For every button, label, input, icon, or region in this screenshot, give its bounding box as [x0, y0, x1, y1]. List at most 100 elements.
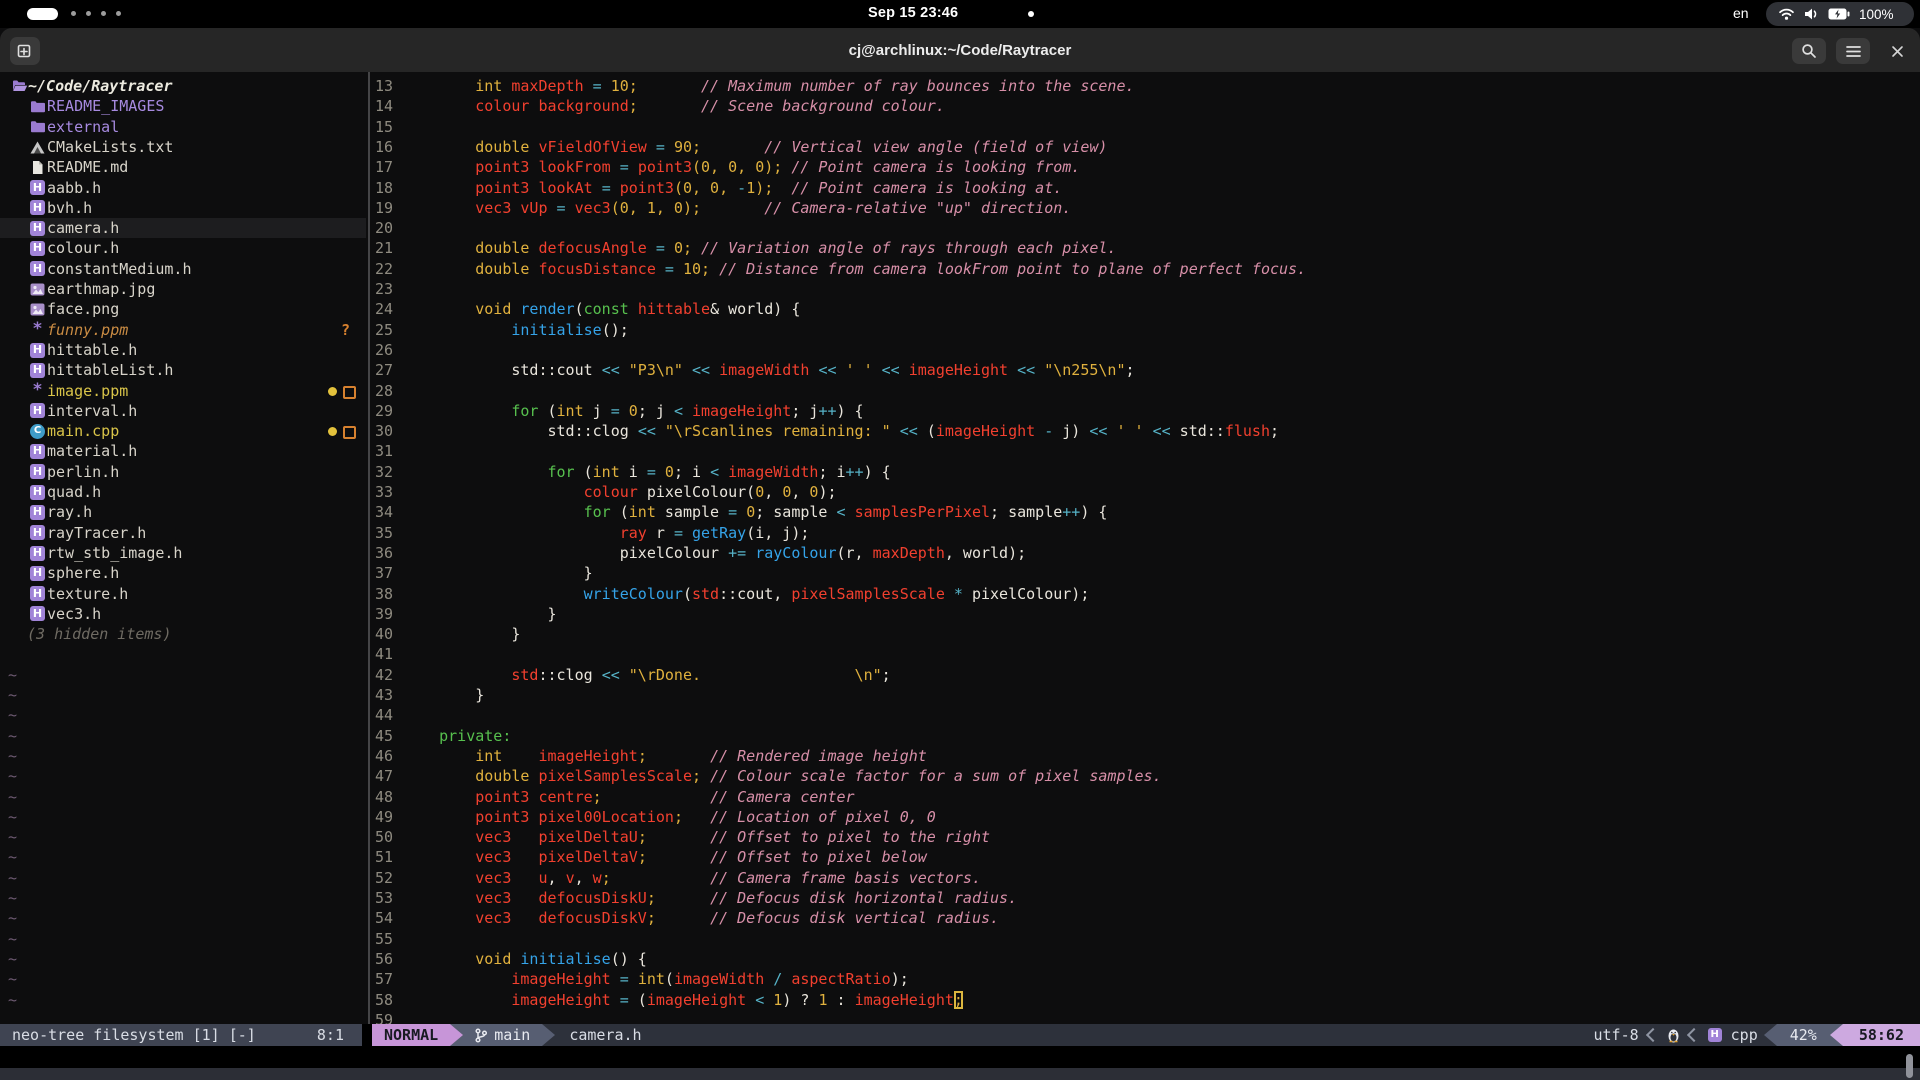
code-text: pixelColour += rayColour(r, maxDepth, wo…	[403, 543, 1026, 563]
code-line-43[interactable]: 43 }	[370, 685, 1920, 705]
code-line-44[interactable]: 44	[370, 705, 1920, 725]
sidebar-item-hittable-h[interactable]: Hhittable.h	[0, 340, 366, 360]
clock[interactable]: Sep 15 23:46	[868, 5, 958, 21]
workspace-dots[interactable]	[71, 11, 121, 16]
sidebar-item-bvh-h[interactable]: Hbvh.h	[0, 198, 366, 218]
sidebar-item-quad-h[interactable]: Hquad.h	[0, 482, 366, 502]
sidebar-item-readme-md[interactable]: README.md	[0, 157, 366, 177]
code-line-53[interactable]: 53 vec3 defocusDiskU; // Defocus disk ho…	[370, 888, 1920, 908]
sidebar-item-hittablelist-h[interactable]: HhittableList.h	[0, 360, 366, 380]
menu-button[interactable]	[1836, 38, 1870, 64]
sidebar-item-sphere-h[interactable]: Hsphere.h	[0, 563, 366, 583]
code-text: colour background; // Scene background c…	[403, 96, 945, 116]
sidebar-item-image-ppm[interactable]: *image.ppm	[0, 381, 366, 401]
sidebar-item-cmakelists-txt[interactable]: CMakeLists.txt	[0, 137, 366, 157]
chevron-left-icon	[1646, 1028, 1660, 1042]
code-line-13[interactable]: 13 int maxDepth = 10; // Maximum number …	[370, 76, 1920, 96]
code-line-42[interactable]: 42 std::clog << "\rDone. \n";	[370, 665, 1920, 685]
sidebar-item-texture-h[interactable]: Htexture.h	[0, 584, 366, 604]
close-button[interactable]	[1882, 38, 1912, 64]
sidebar-item-rtw-stb-image-h[interactable]: Hrtw_stb_image.h	[0, 543, 366, 563]
code-line-36[interactable]: 36 pixelColour += rayColour(r, maxDepth,…	[370, 543, 1920, 563]
code-line-14[interactable]: 14 colour background; // Scene backgroun…	[370, 96, 1920, 116]
new-tab-button[interactable]	[10, 37, 40, 65]
sidebar-item-raytracer-h[interactable]: HrayTracer.h	[0, 523, 366, 543]
code-line-54[interactable]: 54 vec3 defocusDiskV; // Defocus disk ve…	[370, 908, 1920, 928]
code-line-49[interactable]: 49 point3 pixel00Location; // Location o…	[370, 807, 1920, 827]
scrollbar-thumb[interactable]	[1906, 1054, 1913, 1078]
code-line-50[interactable]: 50 vec3 pixelDeltaU; // Offset to pixel …	[370, 827, 1920, 847]
sidebar-item-readme-images[interactable]: README_IMAGES	[0, 96, 366, 116]
code-line-59[interactable]: 59	[370, 1010, 1920, 1024]
sidebar-item-material-h[interactable]: Hmaterial.h	[0, 441, 366, 461]
code-line-57[interactable]: 57 imageHeight = int(imageWidth / aspect…	[370, 969, 1920, 989]
sidebar-item-vec3-h[interactable]: Hvec3.h	[0, 604, 366, 624]
code-line-31[interactable]: 31	[370, 441, 1920, 461]
line-number: 14	[348, 96, 393, 116]
code-line-25[interactable]: 25 initialise();	[370, 320, 1920, 340]
code-line-24[interactable]: 24 void render(const hittable& world) {	[370, 299, 1920, 319]
search-button[interactable]	[1792, 38, 1826, 64]
code-line-33[interactable]: 33 colour pixelColour(0, 0, 0);	[370, 482, 1920, 502]
code-line-52[interactable]: 52 vec3 u, v, w; // Camera frame basis v…	[370, 868, 1920, 888]
code-line-26[interactable]: 26	[370, 340, 1920, 360]
sidebar-item-interval-h[interactable]: Hinterval.h	[0, 401, 366, 421]
code-line-15[interactable]: 15	[370, 117, 1920, 137]
sidebar-item-face-png[interactable]: face.png	[0, 299, 366, 319]
code-line-46[interactable]: 46 int imageHeight; // Rendered image he…	[370, 746, 1920, 766]
activities-pill[interactable]	[27, 8, 58, 20]
code-line-17[interactable]: 17 point3 lookFrom = point3(0, 0, 0); //…	[370, 157, 1920, 177]
code-line-32[interactable]: 32 for (int i = 0; i < imageWidth; i++) …	[370, 462, 1920, 482]
sidebar-item-perlin-h[interactable]: Hperlin.h	[0, 462, 366, 482]
code-line-30[interactable]: 30 std::clog << "\rScanlines remaining: …	[370, 421, 1920, 441]
sidebar-item-colour-h[interactable]: Hcolour.h	[0, 238, 366, 258]
file-icon: H	[29, 563, 46, 583]
code-line-22[interactable]: 22 double focusDistance = 10; // Distanc…	[370, 259, 1920, 279]
code-line-58[interactable]: 58 imageHeight = (imageHeight < 1) ? 1 :…	[370, 990, 1920, 1010]
code-line-21[interactable]: 21 double defocusAngle = 0; // Variation…	[370, 238, 1920, 258]
code-line-55[interactable]: 55	[370, 929, 1920, 949]
sidebar-item-main-cpp[interactable]: Cmain.cpp	[0, 421, 366, 441]
code-text: imageHeight = int(imageWidth / aspectRat…	[403, 969, 909, 989]
code-line-28[interactable]: 28	[370, 381, 1920, 401]
code-line-39[interactable]: 39 }	[370, 604, 1920, 624]
code-line-40[interactable]: 40 }	[370, 624, 1920, 644]
code-line-20[interactable]: 20	[370, 218, 1920, 238]
workspace-dot[interactable]	[101, 11, 106, 16]
code-line-23[interactable]: 23	[370, 279, 1920, 299]
sidebar-item-aabb-h[interactable]: Haabb.h	[0, 178, 366, 198]
code-line-34[interactable]: 34 for (int sample = 0; sample < samples…	[370, 502, 1920, 522]
line-number: 32	[348, 462, 393, 482]
code-line-48[interactable]: 48 point3 centre; // Camera center	[370, 787, 1920, 807]
code-line-35[interactable]: 35 ray r = getRay(i, j);	[370, 523, 1920, 543]
code-line-45[interactable]: 45 private:	[370, 726, 1920, 746]
code-line-41[interactable]: 41	[370, 644, 1920, 664]
code-line-16[interactable]: 16 double vFieldOfView = 90; // Vertical…	[370, 137, 1920, 157]
sidebar-item-camera-h[interactable]: Hcamera.h	[0, 218, 366, 238]
code-line-51[interactable]: 51 vec3 pixelDeltaV; // Offset to pixel …	[370, 847, 1920, 867]
code-line-29[interactable]: 29 for (int j = 0; j < imageHeight; j++)…	[370, 401, 1920, 421]
sidebar-item--3-hidden-items-[interactable]: (3 hidden items)	[0, 624, 366, 644]
code-line-27[interactable]: 27 std::cout << "P3\n" << imageWidth << …	[370, 360, 1920, 380]
workspace-dot[interactable]	[71, 11, 76, 16]
header-file-icon: H	[30, 261, 45, 276]
code-line-19[interactable]: 19 vec3 vUp = vec3(0, 1, 0); // Camera-r…	[370, 198, 1920, 218]
line-number: 26	[348, 340, 393, 360]
sidebar-item-earthmap-jpg[interactable]: earthmap.jpg	[0, 279, 366, 299]
terminal-titlebar[interactable]: cj@archlinux:~/Code/Raytracer	[0, 28, 1920, 72]
sidebar-item-constantmedium-h[interactable]: HconstantMedium.h	[0, 259, 366, 279]
code-line-38[interactable]: 38 writeColour(std::cout, pixelSamplesSc…	[370, 584, 1920, 604]
system-status-pill[interactable]: 100%	[1766, 2, 1914, 26]
workspace-dot[interactable]	[86, 11, 91, 16]
code-line-56[interactable]: 56 void initialise() {	[370, 949, 1920, 969]
sidebar-item-ray-h[interactable]: Hray.h	[0, 502, 366, 522]
code-line-18[interactable]: 18 point3 lookAt = point3(0, 0, -1); // …	[370, 178, 1920, 198]
workspace-dot[interactable]	[116, 11, 121, 16]
code-line-37[interactable]: 37 }	[370, 563, 1920, 583]
sidebar-item-funny-ppm[interactable]: *funny.ppm?	[0, 320, 366, 340]
code-line-47[interactable]: 47 double pixelSamplesScale; // Colour s…	[370, 766, 1920, 786]
keyboard-layout[interactable]: en	[1733, 5, 1749, 21]
sidebar-item--code-raytracer[interactable]: ~/Code/Raytracer	[0, 76, 366, 96]
command-line[interactable]	[0, 1046, 1920, 1068]
sidebar-item-external[interactable]: external	[0, 117, 366, 137]
